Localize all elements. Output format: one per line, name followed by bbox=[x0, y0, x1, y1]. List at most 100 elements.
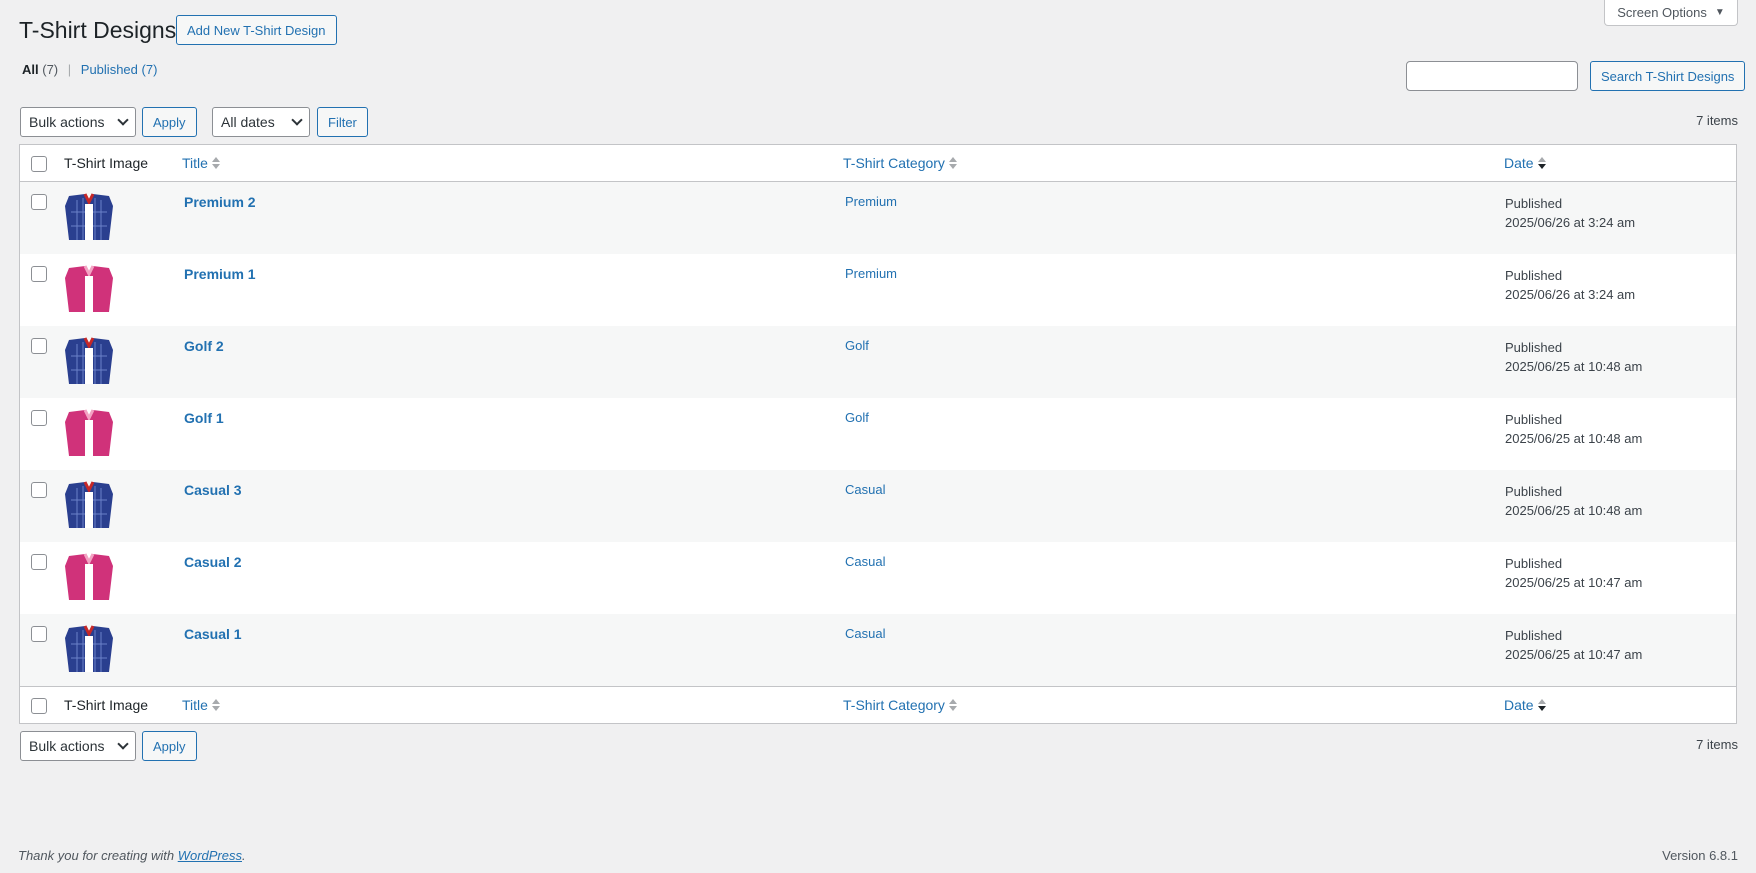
row-category-link[interactable]: Casual bbox=[845, 554, 885, 569]
row-status: Published bbox=[1505, 484, 1563, 499]
row-title-link[interactable]: Golf 2 bbox=[184, 338, 224, 354]
row-category-link[interactable]: Premium bbox=[845, 194, 897, 209]
view-published[interactable]: Published (7) bbox=[81, 62, 158, 77]
tshirt-thumbnail[interactable] bbox=[63, 552, 115, 602]
search-button[interactable]: Search T-Shirt Designs bbox=[1590, 61, 1746, 91]
search-input[interactable] bbox=[1406, 61, 1578, 91]
row-status: Published bbox=[1505, 412, 1563, 427]
column-image-footer: T-Shirt Image bbox=[64, 697, 149, 713]
view-separator: | bbox=[67, 62, 72, 77]
tshirt-thumbnail[interactable] bbox=[63, 408, 115, 458]
column-title-sort-footer[interactable]: Title bbox=[182, 697, 220, 713]
row-checkbox[interactable] bbox=[31, 338, 47, 354]
table-row: Casual 3 Casual Published 2025/06/25 at 10:… bbox=[20, 470, 1736, 542]
bulk-actions-select-bottom[interactable]: Bulk actions bbox=[20, 731, 136, 761]
row-status: Published bbox=[1505, 556, 1563, 571]
screen-options-button[interactable]: Screen Options ▼ bbox=[1604, 0, 1738, 26]
page-title: T-Shirt Designs bbox=[19, 17, 177, 43]
apply-button-bottom[interactable]: Apply bbox=[142, 731, 197, 761]
wordpress-link[interactable]: WordPress bbox=[178, 848, 242, 863]
view-filters: All (7) | Published (7) bbox=[22, 62, 157, 77]
sort-desc-icon bbox=[1537, 156, 1546, 170]
table-row: Casual 1 Casual Published 2025/06/25 at 10:… bbox=[20, 614, 1736, 686]
select-all-checkbox[interactable] bbox=[31, 156, 47, 172]
row-status: Published bbox=[1505, 268, 1563, 283]
row-checkbox[interactable] bbox=[31, 482, 47, 498]
row-status: Published bbox=[1505, 196, 1563, 211]
row-checkbox[interactable] bbox=[31, 194, 47, 210]
tshirt-thumbnail[interactable] bbox=[63, 336, 115, 386]
row-timestamp: 2025/06/26 at 3:24 am bbox=[1505, 287, 1636, 302]
tshirt-thumbnail[interactable] bbox=[63, 192, 115, 242]
table-row: Premium 1 Premium Published 2025/06/26 at 3… bbox=[20, 254, 1736, 326]
sort-icon bbox=[948, 698, 957, 712]
tshirt-thumbnail[interactable] bbox=[63, 264, 115, 314]
column-category-sort-footer[interactable]: T-Shirt Category bbox=[843, 697, 957, 713]
chevron-down-icon bbox=[117, 114, 129, 126]
sort-desc-icon bbox=[1537, 698, 1546, 712]
column-title-sort[interactable]: Title bbox=[182, 155, 220, 171]
bulk-actions-value: Bulk actions bbox=[29, 738, 105, 754]
row-checkbox[interactable] bbox=[31, 554, 47, 570]
row-title-link[interactable]: Casual 2 bbox=[184, 554, 242, 570]
chevron-down-icon bbox=[291, 114, 303, 126]
row-category-link[interactable]: Casual bbox=[845, 626, 885, 641]
column-date-sort-footer[interactable]: Date bbox=[1504, 697, 1546, 713]
column-date-sort[interactable]: Date bbox=[1504, 155, 1546, 171]
row-checkbox[interactable] bbox=[31, 266, 47, 282]
footer-thanks: Thank you for creating with WordPress. bbox=[18, 848, 246, 863]
row-date: Published 2025/06/25 at 10:48 am bbox=[1505, 410, 1642, 448]
table-body: Premium 2 Premium Published 2025/06/26 at 3… bbox=[20, 182, 1736, 686]
screen-options-label: Screen Options bbox=[1617, 5, 1707, 20]
row-title-link[interactable]: Casual 1 bbox=[184, 626, 242, 642]
tshirt-thumbnail[interactable] bbox=[63, 624, 115, 674]
row-timestamp: 2025/06/25 at 10:47 am bbox=[1505, 575, 1643, 590]
row-status: Published bbox=[1505, 628, 1563, 643]
sort-icon bbox=[211, 156, 220, 170]
column-image: T-Shirt Image bbox=[64, 155, 149, 171]
items-count-top: 7 items bbox=[1696, 113, 1738, 128]
row-checkbox[interactable] bbox=[31, 410, 47, 426]
row-date: Published 2025/06/25 at 10:47 am bbox=[1505, 626, 1642, 664]
row-category-link[interactable]: Golf bbox=[845, 338, 869, 353]
bulk-actions-value: Bulk actions bbox=[29, 114, 105, 130]
row-category-link[interactable]: Premium bbox=[845, 266, 897, 281]
row-date: Published 2025/06/25 at 10:47 am bbox=[1505, 554, 1642, 592]
row-date: Published 2025/06/26 at 3:24 am bbox=[1505, 194, 1635, 232]
apply-button-top[interactable]: Apply bbox=[142, 107, 197, 137]
items-count-bottom: 7 items bbox=[1696, 737, 1738, 752]
row-timestamp: 2025/06/26 at 3:24 am bbox=[1505, 215, 1636, 230]
sort-icon bbox=[211, 698, 220, 712]
add-new-button[interactable]: Add New T-Shirt Design bbox=[176, 15, 337, 45]
select-all-checkbox-footer[interactable] bbox=[31, 698, 47, 714]
view-all[interactable]: All (7) bbox=[22, 62, 58, 77]
chevron-down-icon bbox=[117, 738, 129, 750]
row-timestamp: 2025/06/25 at 10:48 am bbox=[1505, 359, 1643, 374]
row-category-link[interactable]: Casual bbox=[845, 482, 885, 497]
row-timestamp: 2025/06/25 at 10:48 am bbox=[1505, 431, 1643, 446]
table-row: Golf 2 Golf Published 2025/06/25 at 10:48 a… bbox=[20, 326, 1736, 398]
caret-down-icon: ▼ bbox=[1714, 7, 1725, 18]
row-date: Published 2025/06/25 at 10:48 am bbox=[1505, 482, 1642, 520]
row-status: Published bbox=[1505, 340, 1563, 355]
dates-select[interactable]: All dates bbox=[212, 107, 310, 137]
table-footer: T-Shirt Image Title T-Shirt Category Dat… bbox=[20, 686, 1736, 723]
designs-table: T-Shirt Image Title T-Shirt Category Dat… bbox=[19, 144, 1737, 724]
table-row: Casual 2 Casual Published 2025/06/25 at 10:… bbox=[20, 542, 1736, 614]
table-header: T-Shirt Image Title T-Shirt Category Dat… bbox=[20, 145, 1736, 182]
table-row: Golf 1 Golf Published 2025/06/25 at 10:48 a… bbox=[20, 398, 1736, 470]
row-category-link[interactable]: Golf bbox=[845, 410, 869, 425]
column-category-sort[interactable]: T-Shirt Category bbox=[843, 155, 957, 171]
row-title-link[interactable]: Premium 1 bbox=[184, 266, 256, 282]
tshirt-thumbnail[interactable] bbox=[63, 480, 115, 530]
row-title-link[interactable]: Casual 3 bbox=[184, 482, 242, 498]
bulk-actions-select-top[interactable]: Bulk actions bbox=[20, 107, 136, 137]
row-title-link[interactable]: Premium 2 bbox=[184, 194, 256, 210]
row-date: Published 2025/06/26 at 3:24 am bbox=[1505, 266, 1635, 304]
row-timestamp: 2025/06/25 at 10:48 am bbox=[1505, 503, 1643, 518]
footer-version: Version 6.8.1 bbox=[1662, 848, 1738, 863]
row-timestamp: 2025/06/25 at 10:47 am bbox=[1505, 647, 1643, 662]
row-checkbox[interactable] bbox=[31, 626, 47, 642]
filter-button[interactable]: Filter bbox=[317, 107, 368, 137]
row-title-link[interactable]: Golf 1 bbox=[184, 410, 224, 426]
